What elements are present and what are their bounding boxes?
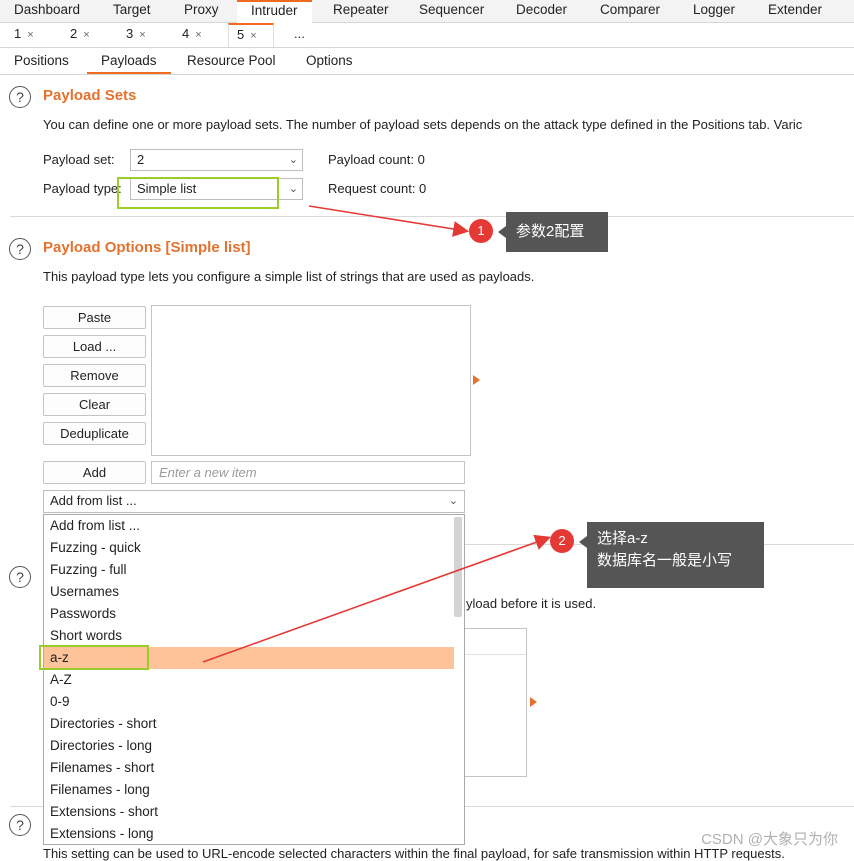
- callout-line-1: 选择a-z: [597, 530, 648, 547]
- annotation-arrow-1: [308, 205, 470, 237]
- annotation-callout-2: 选择a-z 数据库名一般是小写: [587, 522, 764, 588]
- annotation-arrow-2: [202, 534, 552, 663]
- annotation-badge-1: 1: [469, 219, 493, 243]
- watermark: CSDN @大象只为你: [701, 831, 838, 848]
- annotation-callout-1: 参数2配置: [506, 212, 608, 252]
- callout-pointer: [579, 536, 587, 548]
- callout-pointer: [498, 226, 506, 238]
- annotation-badge-2: 2: [550, 529, 574, 553]
- callout-line-2: 数据库名一般是小写: [597, 552, 733, 569]
- annotation-arrows: [202, 205, 552, 663]
